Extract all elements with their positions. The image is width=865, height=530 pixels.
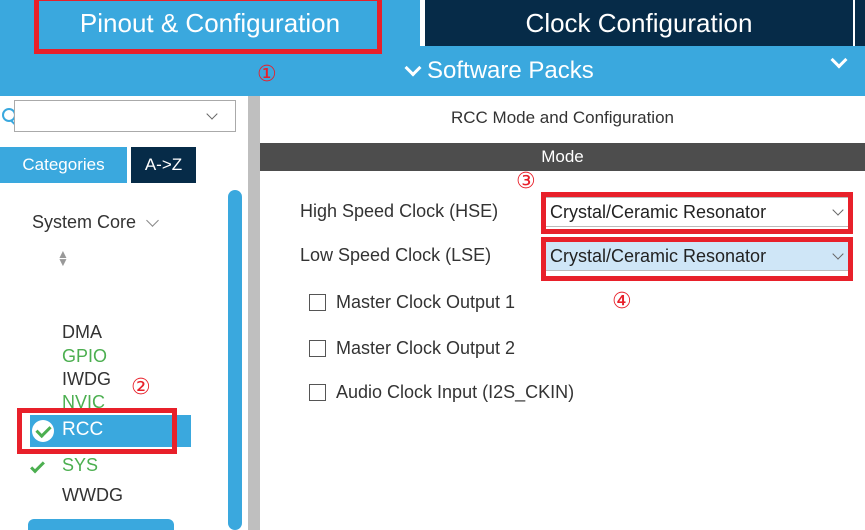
annotation-box-1 bbox=[34, 0, 382, 54]
mco2-label: Master Clock Output 2 bbox=[336, 338, 516, 358]
annotation-box-3 bbox=[541, 192, 853, 234]
expand-chevron-icon[interactable] bbox=[830, 51, 848, 69]
annotation-box-4 bbox=[541, 237, 853, 281]
search-input[interactable] bbox=[14, 100, 236, 132]
audio-clock-option[interactable]: Audio Clock Input (I2S_CKIN) bbox=[309, 382, 574, 403]
sidebar-item-sys[interactable]: SYS bbox=[62, 455, 98, 476]
sidebar-item-gpio[interactable]: GPIO bbox=[62, 346, 107, 367]
sort-icon[interactable]: ▲ ▼ bbox=[57, 248, 69, 268]
software-packs-menu[interactable]: Software Packs bbox=[404, 57, 594, 85]
mode-section-header[interactable]: Mode bbox=[260, 143, 865, 171]
panel-title: RCC Mode and Configuration bbox=[450, 108, 674, 127]
mco1-checkbox[interactable] bbox=[309, 294, 326, 311]
panel-splitter[interactable] bbox=[248, 96, 260, 530]
a-z-button[interactable]: A->Z bbox=[131, 147, 196, 183]
annotation-box-2 bbox=[17, 408, 177, 454]
next-group-header[interactable] bbox=[28, 519, 174, 530]
annotation-marker-4: ④ bbox=[612, 288, 632, 313]
categories-button[interactable]: Categories bbox=[0, 147, 127, 183]
sidebar-item-wwdg[interactable]: WWDG bbox=[62, 485, 123, 506]
system-core-group[interactable]: System Core bbox=[32, 212, 159, 233]
mco1-option[interactable]: Master Clock Output 1 bbox=[309, 292, 515, 313]
sidebar-scrollbar[interactable] bbox=[228, 190, 242, 530]
hse-label: High Speed Clock (HSE) bbox=[300, 201, 499, 221]
lse-label: Low Speed Clock (LSE) bbox=[300, 245, 492, 265]
mco2-checkbox[interactable] bbox=[309, 340, 326, 357]
annotation-marker-1: ① bbox=[257, 61, 277, 86]
sidebar-item-dma[interactable]: DMA bbox=[62, 322, 102, 343]
chevron-down-icon bbox=[146, 213, 159, 227]
tab-clock-configuration[interactable]: Clock Configuration bbox=[425, 0, 853, 46]
sidebar-item-iwdg[interactable]: IWDG bbox=[62, 369, 111, 390]
tab-overflow-strip bbox=[853, 0, 865, 46]
audio-clock-label: Audio Clock Input (I2S_CKIN) bbox=[336, 382, 575, 402]
mco1-label: Master Clock Output 1 bbox=[336, 292, 516, 312]
annotation-marker-2: ② bbox=[131, 374, 151, 399]
system-core-label: System Core bbox=[32, 212, 137, 232]
mco2-option[interactable]: Master Clock Output 2 bbox=[309, 338, 515, 359]
audio-clock-checkbox[interactable] bbox=[309, 384, 326, 401]
software-packs-label: Software Packs bbox=[427, 57, 594, 84]
annotation-marker-3: ③ bbox=[516, 168, 536, 193]
chevron-down-icon bbox=[404, 59, 422, 77]
